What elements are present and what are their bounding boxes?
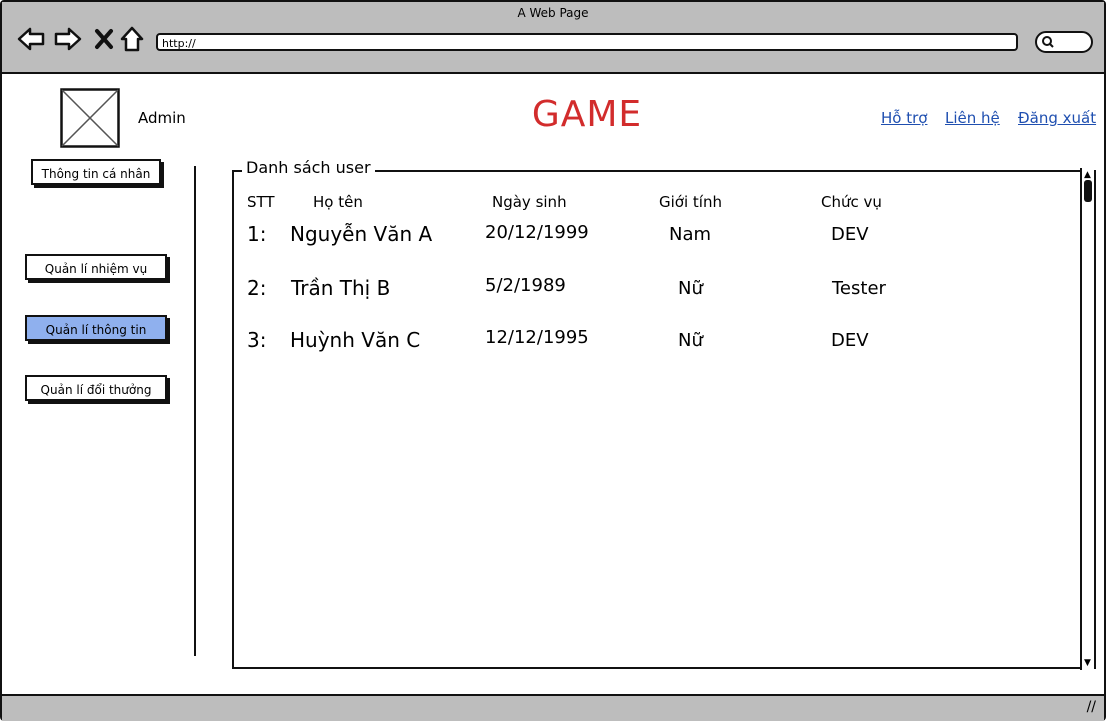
search-icon	[1042, 36, 1054, 48]
row-dob: 12/12/1995	[485, 327, 589, 348]
browser-window: A Web Page http:// Admin GAME Hỗ trợ Liê…	[0, 0, 1106, 721]
browser-search-box[interactable]	[1035, 31, 1093, 53]
support-link[interactable]: Hỗ trợ	[881, 109, 927, 127]
sidebar-item-info-management[interactable]: Quản lí thông tin	[25, 315, 167, 341]
window-title: A Web Page	[517, 6, 589, 20]
column-header-gender: Giới tính	[659, 193, 722, 211]
forward-arrow-icon[interactable]	[53, 24, 83, 54]
avatar-placeholder-image	[60, 88, 120, 148]
row-role: DEV	[831, 224, 869, 245]
column-header-stt: STT	[247, 193, 275, 211]
row-stt: 1:	[247, 222, 267, 246]
panel-title: Danh sách user	[242, 158, 375, 177]
row-gender: Nữ	[678, 278, 703, 299]
column-header-role: Chức vụ	[821, 193, 882, 211]
address-bar[interactable]: http://	[156, 33, 1018, 51]
browser-toolbar: A Web Page http://	[2, 2, 1104, 74]
row-name: Nguyễn Văn A	[290, 222, 433, 246]
sidebar-divider	[194, 166, 196, 656]
row-dob: 5/2/1989	[485, 275, 566, 296]
contact-link[interactable]: Liên hệ	[945, 109, 1000, 127]
logout-link[interactable]: Đăng xuất	[1018, 109, 1096, 127]
page-title: GAME	[531, 94, 643, 135]
status-bar: //	[2, 694, 1104, 721]
username-label: Admin	[138, 109, 186, 127]
column-header-name: Họ tên	[313, 193, 363, 211]
back-arrow-icon[interactable]	[16, 24, 46, 54]
scroll-up-icon[interactable]: ▲	[1084, 170, 1091, 180]
row-role: DEV	[831, 330, 869, 351]
row-dob: 20/12/1999	[485, 222, 589, 243]
row-stt: 2:	[247, 276, 267, 300]
scrollbar-thumb[interactable]	[1084, 180, 1092, 202]
resize-grip-icon[interactable]: //	[1087, 699, 1096, 715]
row-gender: Nữ	[678, 330, 703, 351]
sidebar-item-reward-management[interactable]: Quản lí đổi thưởng	[25, 375, 167, 401]
column-header-dob: Ngày sinh	[492, 193, 567, 211]
close-x-icon[interactable]	[90, 24, 120, 54]
row-gender: Nam	[669, 224, 712, 245]
row-role: Tester	[832, 278, 886, 299]
sidebar-item-task-management[interactable]: Quản lí nhiệm vụ	[25, 254, 167, 280]
scroll-down-icon[interactable]: ▼	[1084, 658, 1091, 668]
vertical-scrollbar[interactable]: ▲ ▼	[1080, 168, 1094, 670]
row-stt: 3:	[247, 328, 267, 352]
row-name: Trần Thị B	[291, 276, 391, 300]
sidebar-item-personal-info[interactable]: Thông tin cá nhân	[31, 159, 161, 185]
home-icon[interactable]	[118, 24, 148, 54]
row-name: Huỳnh Văn C	[290, 328, 421, 352]
